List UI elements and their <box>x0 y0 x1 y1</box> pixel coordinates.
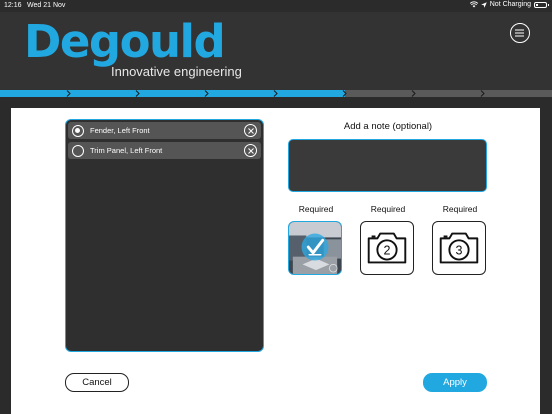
progress-step <box>276 90 347 97</box>
photo-capture-button-2[interactable]: 2 <box>360 221 414 275</box>
photo-thumbnail[interactable] <box>288 221 342 275</box>
apply-button[interactable]: Apply <box>423 373 487 392</box>
photo-checkmark-icon <box>289 222 341 274</box>
status-date: Wed 21 Nov <box>27 2 66 9</box>
degould-logo: Degould <box>24 15 226 68</box>
location-arrow-icon <box>480 1 487 8</box>
chevron-right-icon <box>411 90 416 97</box>
cancel-button[interactable]: Cancel <box>65 373 129 392</box>
damage-item-label: Trim Panel, Left Front <box>90 146 163 155</box>
hamburger-menu-icon <box>515 29 524 37</box>
camera-icon: 3 <box>439 232 479 264</box>
chevron-right-icon <box>480 90 485 97</box>
photo-slot-1: Required <box>288 204 344 275</box>
status-time: 12:16 <box>4 2 22 9</box>
note-input[interactable] <box>288 139 487 192</box>
damage-item-label: Fender, Left Front <box>90 126 150 135</box>
progress-step <box>345 90 416 97</box>
chevron-right-icon <box>66 90 71 97</box>
photo-slot-2: Required 2 <box>360 204 416 275</box>
remove-item-button[interactable] <box>244 124 257 137</box>
wifi-icon <box>469 1 478 8</box>
radio-button[interactable] <box>72 124 84 137</box>
note-title: Add a note (optional) <box>343 121 433 132</box>
close-icon <box>247 127 254 134</box>
battery-icon <box>534 1 549 8</box>
photo-capture-button-3[interactable]: 3 <box>432 221 486 275</box>
chevron-right-icon <box>135 90 140 97</box>
damage-detail-panel: Fender, Left Front Trim Panel, Left Front… <box>11 108 540 414</box>
progress-step <box>69 90 140 97</box>
logo-tagline: Innovative engineering <box>111 64 242 79</box>
photo-number: 3 <box>456 244 463 258</box>
camera-icon: 2 <box>367 232 407 264</box>
photo-number: 2 <box>384 244 391 258</box>
radio-button[interactable] <box>72 144 84 157</box>
photo-required-label: Required <box>298 204 334 214</box>
photo-slot-3: Required 3 <box>432 204 488 275</box>
menu-button[interactable] <box>510 23 530 43</box>
damage-item[interactable]: Trim Panel, Left Front <box>68 142 261 159</box>
progress-step <box>0 90 71 97</box>
progress-bar <box>0 90 552 97</box>
progress-step <box>483 90 552 97</box>
app-header: Degould Innovative engineering <box>0 12 552 90</box>
progress-step <box>207 90 278 97</box>
charging-status: Not Charging <box>489 1 531 8</box>
remove-item-button[interactable] <box>244 144 257 157</box>
close-icon <box>247 147 254 154</box>
photo-required-label: Required <box>442 204 478 214</box>
chevron-right-icon <box>342 90 347 97</box>
battery-level <box>536 3 538 6</box>
photo-required-label: Required <box>370 204 406 214</box>
damage-item[interactable]: Fender, Left Front <box>68 122 261 139</box>
status-bar: 12:16 Wed 21 Nov Not Charging <box>0 0 552 12</box>
chevron-right-icon <box>273 90 278 97</box>
chevron-right-icon <box>204 90 209 97</box>
damage-list: Fender, Left Front Trim Panel, Left Front <box>65 119 264 352</box>
status-right-group: Not Charging <box>469 1 549 8</box>
progress-step <box>138 90 209 97</box>
progress-step <box>414 90 485 97</box>
